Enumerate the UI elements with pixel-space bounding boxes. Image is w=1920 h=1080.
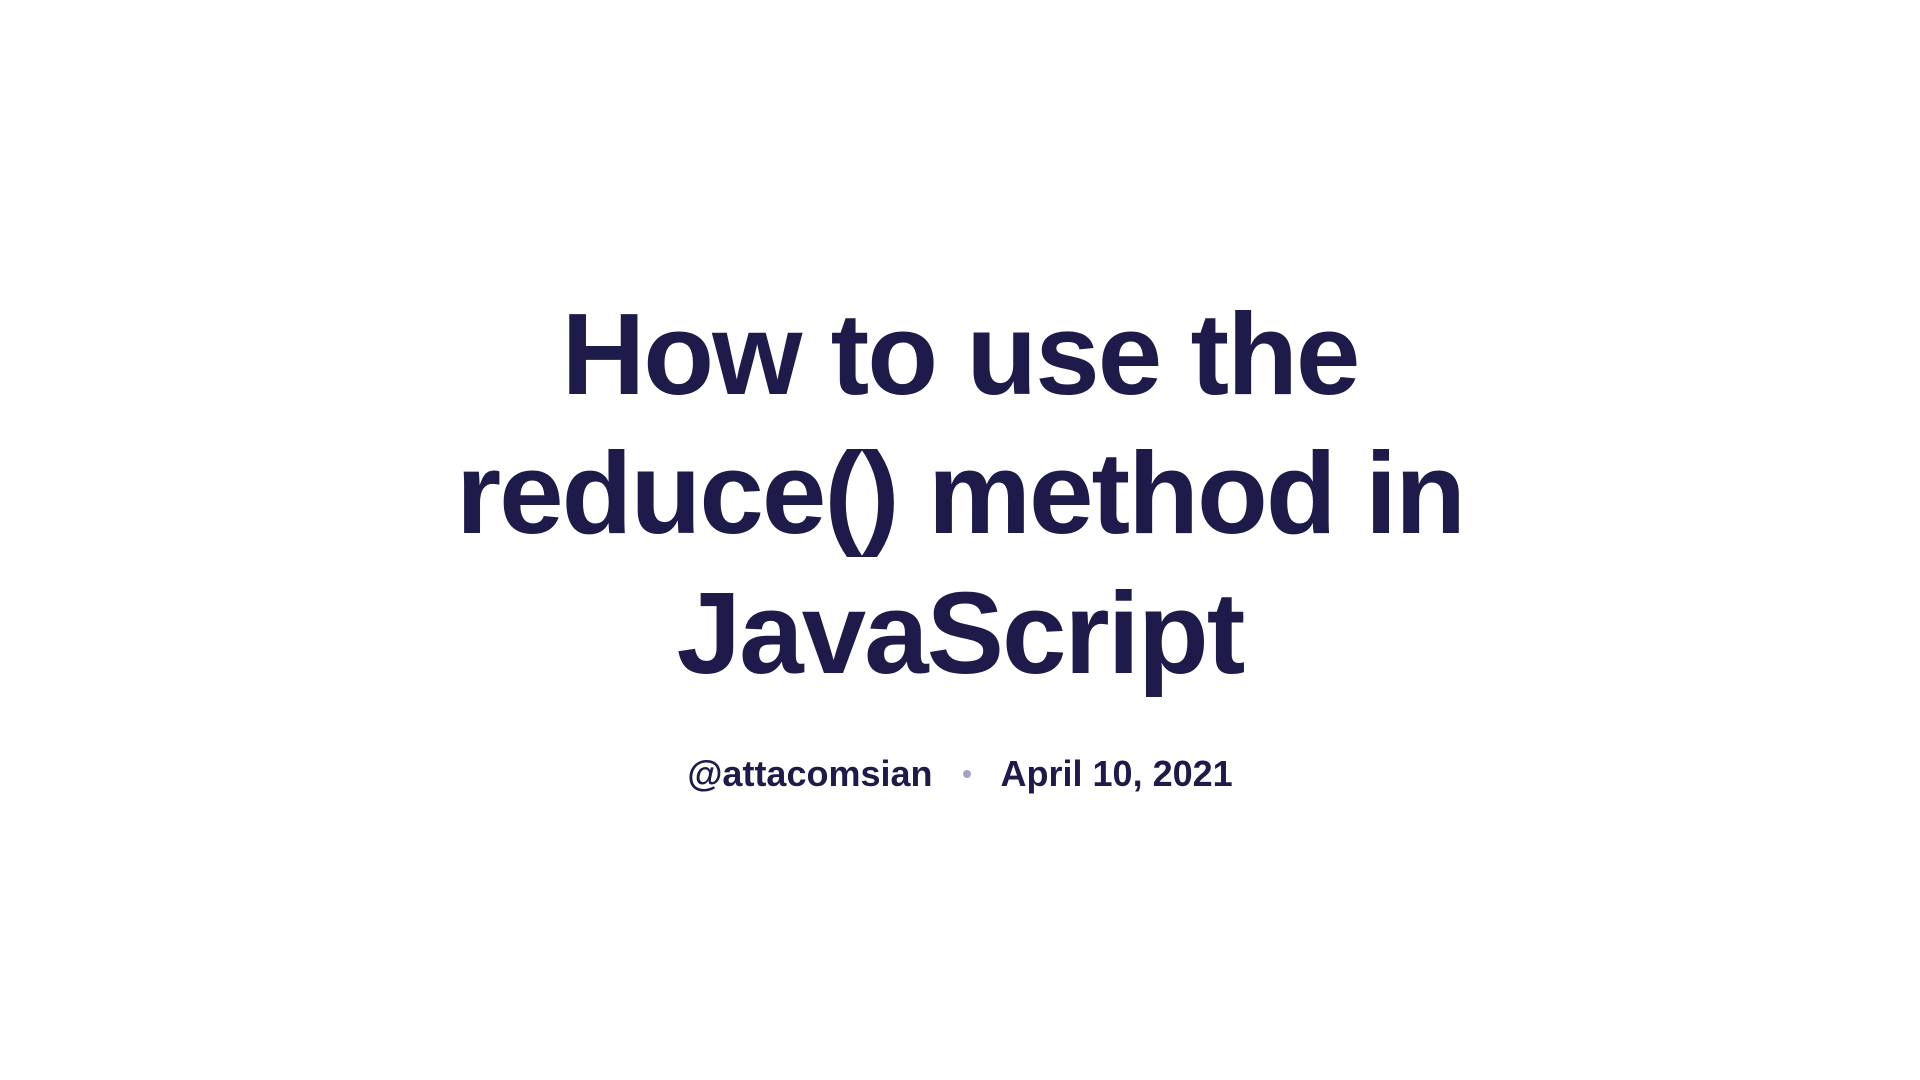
article-header: How to use the reduce() method in JavaSc…	[360, 285, 1560, 795]
article-meta: @attacomsian April 10, 2021	[400, 753, 1520, 795]
separator-dot-icon	[963, 770, 971, 778]
publish-date: April 10, 2021	[1001, 753, 1233, 795]
author-handle: @attacomsian	[687, 753, 932, 795]
article-title: How to use the reduce() method in JavaSc…	[400, 285, 1520, 703]
